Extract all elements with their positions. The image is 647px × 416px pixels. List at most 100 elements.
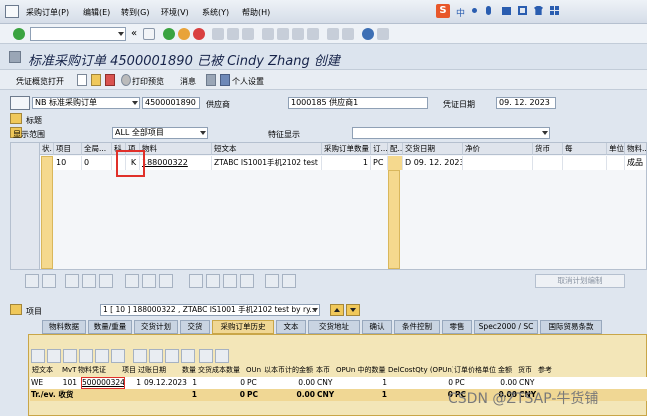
history-sort-asc-icon[interactable] xyxy=(47,349,61,363)
tab-delivery[interactable]: 交货 xyxy=(180,320,210,334)
feature-display-select[interactable] xyxy=(352,127,550,139)
cell-order-unit[interactable]: PC xyxy=(371,156,388,170)
hcol-mvt[interactable]: MvT xyxy=(61,365,77,376)
expand-header-icon[interactable] xyxy=(10,113,22,124)
select-all-icon[interactable] xyxy=(42,274,56,288)
hcol-material-doc[interactable]: 物料凭证 xyxy=(77,365,121,376)
personal-settings-button[interactable]: 个人设置 xyxy=(232,76,264,87)
print-preview-icon[interactable] xyxy=(121,74,131,86)
sort-descending-icon[interactable] xyxy=(206,274,220,288)
chevron-down-icon[interactable] xyxy=(200,131,206,135)
hcol-reference[interactable]: 参考 xyxy=(537,365,557,376)
menu-goto[interactable]: 转到(G) xyxy=(121,7,149,18)
item-detail-icon[interactable] xyxy=(282,274,296,288)
account-assignment-icon[interactable] xyxy=(265,274,279,288)
chevron-down-icon[interactable] xyxy=(542,131,548,135)
sort-ascending-icon[interactable] xyxy=(189,274,203,288)
history-filter-icon[interactable] xyxy=(95,349,109,363)
hcol-item[interactable]: 项目 xyxy=(121,365,137,376)
col-unit[interactable]: 单位 xyxy=(607,143,625,155)
doc-type-select[interactable]: NB 标准采购订单 xyxy=(32,97,140,109)
col-global[interactable]: 全局... xyxy=(82,143,112,155)
cell-net-price[interactable] xyxy=(463,156,533,170)
vendor-field[interactable]: 1000185 供应商1 xyxy=(288,97,428,109)
create-document-icon[interactable] xyxy=(77,74,87,86)
history-print-icon[interactable] xyxy=(133,349,147,363)
col-per[interactable]: 每 xyxy=(563,143,607,155)
row-selector-column[interactable] xyxy=(11,143,40,269)
cell-short-text[interactable]: ZTABC IS1001手机2102 test ... xyxy=(212,156,322,170)
details-icon[interactable] xyxy=(25,274,39,288)
ime-dot-icon[interactable] xyxy=(472,8,477,13)
previous-item-button[interactable] xyxy=(330,304,344,316)
tab-spec2000[interactable]: Spec2000 / SC xyxy=(474,320,538,334)
history-graphic-icon[interactable] xyxy=(199,349,213,363)
tab-material-data[interactable]: 物料数据 xyxy=(42,320,86,334)
messages-button[interactable]: 消息 xyxy=(180,76,196,87)
menu-help[interactable]: 帮助(H) xyxy=(242,7,270,18)
col-item[interactable]: 项目 xyxy=(54,143,82,155)
history-sum-icon[interactable] xyxy=(111,349,125,363)
print-preview-button[interactable]: 打印预览 xyxy=(132,76,164,87)
delete-icon[interactable] xyxy=(125,274,139,288)
hcol-posting-date[interactable]: 过账日期 xyxy=(137,365,181,376)
menu-purchase-order[interactable]: 采购订单(P) xyxy=(26,7,69,18)
back-icon[interactable] xyxy=(163,28,175,40)
hcol-delivery-cost-qty[interactable]: 交货成本数量 xyxy=(197,365,245,376)
ime-logo-icon[interactable]: S xyxy=(436,4,450,18)
cell-item[interactable]: 10 xyxy=(54,156,82,170)
hcol-lc[interactable]: 本币 xyxy=(315,365,335,376)
help-icon[interactable] xyxy=(362,28,374,40)
cell-po-quantity[interactable]: 1 xyxy=(322,156,371,170)
filter-icon[interactable] xyxy=(223,274,237,288)
microphone-icon[interactable] xyxy=(486,6,491,15)
menu-edit[interactable]: 编辑(E) xyxy=(83,7,110,18)
sap-window-icon[interactable] xyxy=(5,5,19,18)
tab-retail[interactable]: 零售 xyxy=(442,320,472,334)
cancel-planning-button[interactable]: 取消计划编制 xyxy=(535,274,625,288)
po-number-field[interactable]: 4500001890 xyxy=(142,97,200,109)
help-info-icon[interactable] xyxy=(206,74,216,86)
layout-menu-icon[interactable] xyxy=(377,28,389,40)
col-status[interactable]: 状. xyxy=(40,143,54,155)
config-cell-column[interactable] xyxy=(388,170,400,269)
toolbox-icon[interactable] xyxy=(518,6,527,15)
hcol-quantity[interactable]: 数量 xyxy=(181,365,197,376)
first-page-icon[interactable] xyxy=(262,28,274,40)
hcell-material-doc[interactable]: 5000003245 xyxy=(81,377,125,389)
save-icon[interactable] xyxy=(143,28,155,40)
cut-icon[interactable] xyxy=(82,274,96,288)
doc-date-field[interactable]: 09. 12. 2023 xyxy=(496,97,556,109)
history-sort-desc-icon[interactable] xyxy=(63,349,77,363)
shopping-cart-icon[interactable] xyxy=(10,96,30,110)
last-page-icon[interactable] xyxy=(307,28,319,40)
history-find-icon[interactable] xyxy=(79,349,93,363)
edit-document-icon[interactable] xyxy=(91,74,101,86)
tab-delivery-schedule[interactable]: 交货计划 xyxy=(134,320,178,334)
tab-texts[interactable]: 文本 xyxy=(276,320,306,334)
next-item-button[interactable] xyxy=(346,304,360,316)
other-document-icon[interactable] xyxy=(105,74,115,86)
enter-check-icon[interactable] xyxy=(13,28,25,40)
history-views-icon[interactable] xyxy=(181,349,195,363)
lock-icon[interactable] xyxy=(159,274,173,288)
cancel-icon[interactable] xyxy=(193,28,205,40)
col-net-price[interactable]: 净价 xyxy=(463,143,533,155)
hcol-amount[interactable]: 金额 xyxy=(497,365,517,376)
col-material[interactable]: 物料 xyxy=(140,143,212,155)
skin-shirt-icon[interactable] xyxy=(534,6,543,15)
tab-delivery-address[interactable]: 交货地址 xyxy=(308,320,360,334)
history-details-icon[interactable] xyxy=(31,349,45,363)
status-cell-column[interactable] xyxy=(41,156,53,269)
find-icon[interactable] xyxy=(227,28,239,40)
col-order-unit[interactable]: 订... xyxy=(371,143,388,155)
previous-page-icon[interactable] xyxy=(277,28,289,40)
col-po-quantity[interactable]: 采购订单数量 xyxy=(322,143,371,155)
col-currency[interactable]: 货币 xyxy=(533,143,563,155)
hcol-delcost-opun[interactable]: DelCostQty (OPUn) xyxy=(387,365,453,376)
cell-config[interactable] xyxy=(388,156,403,170)
hcol-qty-opun[interactable]: OPUn 中的数量 xyxy=(335,365,387,376)
col-material-group[interactable]: 物料... xyxy=(625,143,646,155)
shortcut-icon[interactable] xyxy=(342,28,354,40)
item-select[interactable]: 1 [ 10 ] 188000322 , ZTABC IS1001 手机2102… xyxy=(100,304,320,316)
